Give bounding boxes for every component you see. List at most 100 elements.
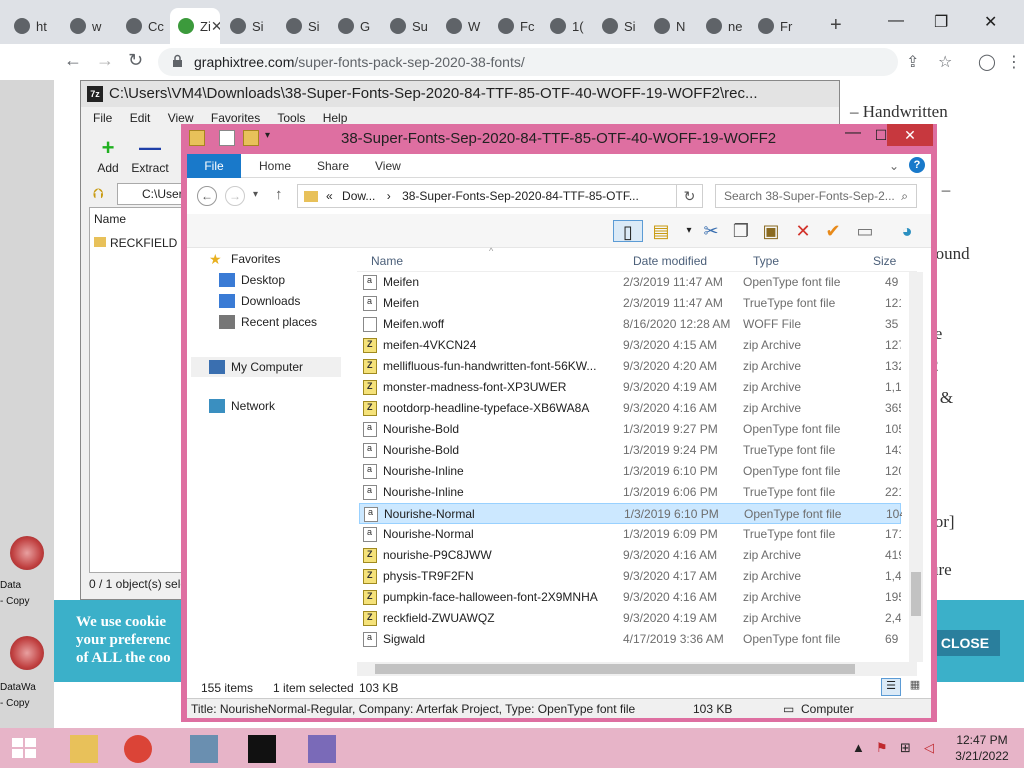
breadcrumb[interactable]: Dow... <box>342 189 375 203</box>
bookmark-star-icon[interactable]: ☆ <box>938 52 952 72</box>
system-clock[interactable]: 12:47 PM 3/21/2022 <box>952 732 1012 764</box>
chevron-down-icon[interactable]: ▾ <box>677 220 701 242</box>
forward-icon[interactable]: → <box>96 50 114 71</box>
browser-tab[interactable]: w <box>62 8 116 44</box>
browser-tab[interactable]: N <box>646 8 696 44</box>
browser-tab[interactable]: Si <box>594 8 644 44</box>
table-row[interactable]: Meifen 2/3/2019 11:47 AM TrueType font fil… <box>359 293 901 314</box>
copy-icon[interactable]: ❐ <box>729 220 753 242</box>
back-icon[interactable]: ← <box>197 186 217 206</box>
table-row[interactable]: Meifen 2/3/2019 11:47 AM OpenType font fil… <box>359 272 901 293</box>
table-row[interactable]: Meifen.woff 8/16/2020 12:28 AM WOFF File 35 <box>359 314 901 335</box>
globe-icon[interactable]: ◕ <box>895 220 919 242</box>
vertical-scrollbar[interactable] <box>909 272 923 662</box>
table-row[interactable]: Nourishe-Bold 1/3/2019 9:27 PM OpenType fo… <box>359 419 901 440</box>
folder-options-icon[interactable]: ▤ <box>649 220 673 242</box>
table-row[interactable]: physis-TR9F2FN 9/3/2020 4:17 AM zip Archiv… <box>359 566 901 587</box>
preview-pane-icon[interactable]: ▯ <box>613 220 643 242</box>
share-icon[interactable]: ⇪ <box>906 52 919 72</box>
table-row[interactable]: Nourishe-Bold 1/3/2019 9:24 PM TrueType fo… <box>359 440 901 461</box>
col-date[interactable]: Date modified <box>633 254 707 268</box>
browser-tab[interactable]: W <box>438 8 488 44</box>
network-icon[interactable]: ⊞ <box>900 740 911 756</box>
start-button[interactable] <box>10 736 38 760</box>
nav-item-recent-places[interactable]: Recent places <box>219 315 317 329</box>
nav-item-my-computer[interactable]: My Computer <box>191 357 341 377</box>
details-view-icon[interactable]: ☰ <box>881 678 901 696</box>
table-row[interactable]: Nourishe-Inline 1/3/2019 6:06 PM TrueType … <box>359 482 901 503</box>
tray-up-icon[interactable]: ▲ <box>852 740 865 755</box>
rename-icon[interactable]: ▭ <box>853 220 877 242</box>
volume-icon[interactable]: ◁ <box>924 740 934 756</box>
col-size[interactable]: Size <box>873 254 896 268</box>
up-icon[interactable]: ↑ <box>275 186 283 203</box>
new-folder-icon[interactable] <box>243 130 259 146</box>
col-type[interactable]: Type <box>753 254 779 268</box>
list-item[interactable]: RECKFIELD <box>94 236 177 250</box>
recent-locations-icon[interactable]: ▾ <box>253 189 258 200</box>
7zip-menu-help[interactable]: Help <box>323 111 348 125</box>
7zip-col-name[interactable]: Name <box>94 212 126 226</box>
close-icon[interactable]: ✕ <box>887 124 933 146</box>
ribbon-expand-icon[interactable]: ⌄ <box>889 159 899 173</box>
close-icon[interactable]: ✕ <box>984 12 997 32</box>
explorer-address-bar[interactable]: « Dow... › 38-Super-Fonts-Sep-2020-84-TT… <box>297 184 677 208</box>
folder-up-icon[interactable]: ⮉ <box>93 185 104 202</box>
browser-tab[interactable]: Su <box>382 8 436 44</box>
forward-icon[interactable]: → <box>225 186 245 206</box>
refresh-icon[interactable]: ↻ <box>677 184 703 208</box>
table-row[interactable]: Nourishe-Inline 1/3/2019 6:10 PM OpenType … <box>359 461 901 482</box>
chrome-app[interactable] <box>112 732 164 766</box>
tab-file[interactable]: File <box>187 154 241 178</box>
file-explorer-app[interactable] <box>58 732 110 766</box>
scroll-thumb[interactable] <box>911 572 921 616</box>
large-icons-view-icon[interactable]: ▦ <box>905 678 925 696</box>
maximize-icon[interactable]: ❐ <box>934 12 948 32</box>
nav-item-network[interactable]: Network <box>209 399 275 413</box>
7zip-menu-favorites[interactable]: Favorites <box>211 111 260 125</box>
browser-tab[interactable]: ne <box>698 8 748 44</box>
7zip-menu-file[interactable]: File <box>93 111 112 125</box>
reload-icon[interactable]: ↻ <box>128 50 143 71</box>
properties-icon[interactable] <box>219 130 235 146</box>
chevron-down-icon[interactable]: ▾ <box>265 130 270 141</box>
search-input[interactable]: Search 38-Super-Fonts-Sep-2... ⌕ <box>715 184 917 208</box>
table-row[interactable]: meifen-4VKCN24 9/3/2020 4:15 AM zip Archiv… <box>359 335 901 356</box>
minimize-icon[interactable]: — <box>888 12 904 30</box>
task-manager-app[interactable] <box>178 732 230 766</box>
checkmark-icon[interactable]: ✔ <box>821 220 845 242</box>
minimize-icon[interactable]: — <box>839 124 867 146</box>
7zip-menu-view[interactable]: View <box>168 111 194 125</box>
7zip-app[interactable] <box>236 732 288 766</box>
cookie-close-button[interactable]: CLOSE <box>930 630 1000 656</box>
browser-tab[interactable]: Fc <box>490 8 540 44</box>
tab-share[interactable]: Share <box>317 159 349 173</box>
breadcrumb[interactable]: 38-Super-Fonts-Sep-2020-84-TTF-85-OTF... <box>402 189 639 203</box>
browser-tab[interactable]: Si <box>278 8 328 44</box>
browser-tab[interactable]: Zi ✕ <box>170 8 220 44</box>
col-name[interactable]: Name <box>371 254 403 268</box>
help-icon[interactable]: ? <box>909 157 925 173</box>
browser-tab[interactable]: G <box>330 8 380 44</box>
table-row[interactable]: nootdorp-headline-typeface-XB6WA8A 9/3/20… <box>359 398 901 419</box>
action-center-icon[interactable]: ⚑ <box>876 740 888 756</box>
7zip-path-field[interactable]: C:\Users <box>117 183 187 205</box>
scroll-thumb[interactable] <box>375 664 855 674</box>
table-row[interactable]: monster-madness-font-XP3UWER 9/3/2020 4:1… <box>359 377 901 398</box>
table-row[interactable]: pumpkin-face-halloween-font-2X9MNHA 9/3/2… <box>359 587 901 608</box>
browser-tab[interactable]: 1( <box>542 8 592 44</box>
nav-item-desktop[interactable]: Desktop <box>219 273 285 287</box>
tab-close-icon[interactable]: ✕ <box>211 18 220 35</box>
new-tab-button[interactable]: + <box>830 14 842 37</box>
table-row[interactable]: Nourishe-Normal 1/3/2019 6:10 PM OpenType … <box>359 503 902 524</box>
7zip-menu-edit[interactable]: Edit <box>130 111 151 125</box>
table-row[interactable]: Nourishe-Normal 1/3/2019 6:09 PM TrueType … <box>359 524 901 545</box>
font-app[interactable] <box>296 732 348 766</box>
horizontal-scrollbar[interactable] <box>357 662 917 676</box>
tab-home[interactable]: Home <box>259 159 291 173</box>
cut-icon[interactable]: ✂ <box>699 220 723 242</box>
7zip-extract-button[interactable]: — Extract <box>125 135 175 175</box>
table-row[interactable]: nourishe-P9C8JWW 9/3/2020 4:16 AM zip Arch… <box>359 545 901 566</box>
nav-item-favorites[interactable]: ★ Favorites <box>209 252 280 266</box>
browser-tab[interactable]: Cc <box>118 8 168 44</box>
